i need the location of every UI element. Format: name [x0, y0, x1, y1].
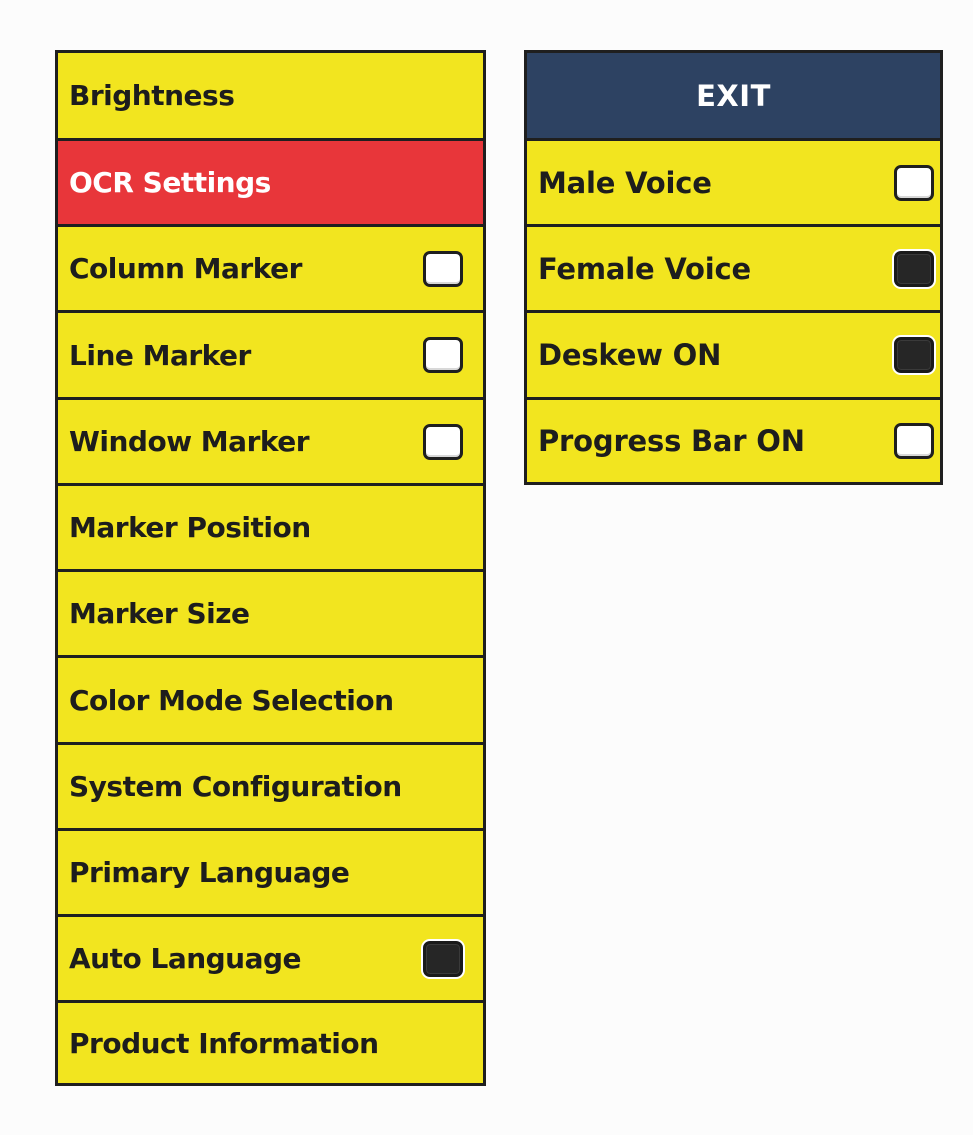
menu-item-label: System Configuration [69, 770, 402, 803]
menu-item-brightness[interactable]: Brightness [58, 53, 483, 141]
menu-item-ocr-settings[interactable]: OCR Settings [58, 141, 483, 227]
menu-item-progress-bar-on[interactable]: Progress Bar ON [527, 400, 940, 482]
menu-item-male-voice[interactable]: Male Voice [527, 141, 940, 227]
window-marker-checkbox[interactable] [423, 423, 463, 460]
menu-item-primary-language[interactable]: Primary Language [58, 831, 483, 917]
column-marker-checkbox[interactable] [423, 250, 463, 287]
female-voice-checkbox[interactable] [894, 250, 934, 287]
line-marker-checkbox[interactable] [423, 337, 463, 373]
menu-item-label: Product Information [69, 1026, 379, 1060]
male-voice-checkbox[interactable] [894, 164, 934, 201]
menu-item-label: Female Voice [538, 251, 751, 286]
main-menu: Brightness OCR Settings Column Marker Li… [55, 50, 486, 1086]
auto-language-checkbox[interactable] [423, 940, 463, 977]
menu-item-marker-size[interactable]: Marker Size [58, 572, 483, 658]
menu-item-label: Male Voice [538, 165, 712, 200]
menu-item-label: OCR Settings [69, 166, 271, 199]
menu-item-female-voice[interactable]: Female Voice [527, 227, 940, 313]
ocr-settings-submenu: EXIT Male Voice Female Voice Deskew ON P… [524, 50, 943, 485]
menu-item-label: Primary Language [69, 856, 350, 889]
menu-item-label: Line Marker [69, 338, 251, 372]
menu-item-label: Progress Bar ON [538, 424, 805, 458]
menu-item-label: Brightness [69, 79, 235, 112]
menu-item-deskew-on[interactable]: Deskew ON [527, 313, 940, 400]
exit-label: EXIT [696, 78, 771, 113]
menu-item-column-marker[interactable]: Column Marker [58, 227, 483, 313]
menu-item-label: Color Mode Selection [69, 683, 394, 717]
menu-item-line-marker[interactable]: Line Marker [58, 313, 483, 400]
menu-item-system-configuration[interactable]: System Configuration [58, 745, 483, 831]
menu-item-label: Auto Language [69, 942, 302, 975]
progress-bar-checkbox[interactable] [894, 423, 934, 459]
menu-item-auto-language[interactable]: Auto Language [58, 917, 483, 1003]
menu-item-marker-position[interactable]: Marker Position [58, 486, 483, 572]
deskew-checkbox[interactable] [894, 337, 934, 373]
menu-item-color-mode-selection[interactable]: Color Mode Selection [58, 658, 483, 745]
menu-item-label: Window Marker [69, 425, 310, 458]
exit-button[interactable]: EXIT [527, 53, 940, 141]
menu-item-label: Column Marker [69, 252, 302, 285]
menu-item-label: Deskew ON [538, 338, 722, 372]
menu-item-label: Marker Size [69, 597, 250, 630]
menu-item-product-information[interactable]: Product Information [58, 1003, 483, 1083]
menu-item-label: Marker Position [69, 511, 311, 544]
menu-item-window-marker[interactable]: Window Marker [58, 400, 483, 486]
